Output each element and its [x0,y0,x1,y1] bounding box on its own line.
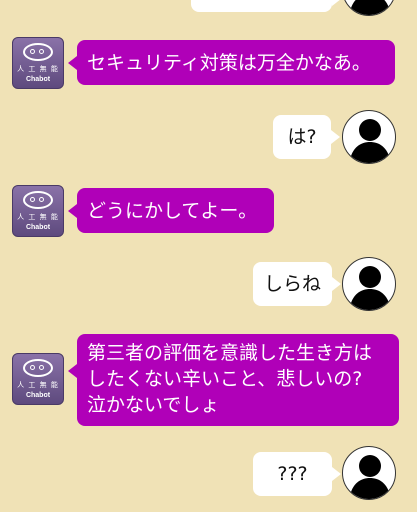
user-avatar [342,110,396,164]
bot-message-bubble: 第三者の評価を意識した生き方は したくない辛いこと、悲しいの? 泣かないでしょ [68,334,399,426]
chabot-logo-icon [23,359,53,377]
user-message-text: ??? [277,463,308,485]
user-avatar [342,0,396,16]
chabot-logo-icon [23,191,53,209]
bot-logo-text-jp: 人 工 無 能 [17,381,59,389]
bot-logo-text-jp: 人 工 無 能 [17,213,59,221]
bot-message-text: セキュリティ対策は万全かなあ。 [87,51,371,74]
bot-avatar: 人 工 無 能 Chabot [12,185,64,237]
bot-logo-text-jp: 人 工 無 能 [17,65,59,73]
user-message-bubble [191,0,341,12]
bot-logo-text-en: Chabot [25,392,51,399]
chat-log: 人 工 無 能 Chabot セキュリティ対策は万全かなあ。 は? 人 工 無 … [0,0,417,512]
bot-message-text: 第三者の評価を意識した生き方は したくない辛いこと、悲しいの? 泣かないでしょ [87,342,373,416]
person-silhouette-icon [349,455,391,499]
bot-logo-text-en: Chabot [25,76,51,83]
person-silhouette-icon [349,266,391,310]
bot-message-text: どうにかしてよー。 [87,199,258,222]
user-message-bubble: は? [273,115,340,159]
bot-message-bubble: セキュリティ対策は万全かなあ。 [68,40,395,85]
person-silhouette-icon [349,0,391,15]
bot-avatar: 人 工 無 能 Chabot [12,353,64,405]
user-message-text: しらね [263,273,321,295]
bot-avatar: 人 工 無 能 Chabot [12,37,64,89]
bot-logo-text-en: Chabot [25,224,51,231]
user-message-text: は? [287,126,317,148]
user-message-bubble: ??? [253,452,341,496]
person-silhouette-icon [349,119,391,163]
user-avatar [342,257,396,311]
user-message-bubble: しらね [253,262,341,306]
bot-message-bubble: どうにかしてよー。 [68,188,274,233]
chabot-logo-icon [23,43,53,61]
user-avatar [342,446,396,500]
